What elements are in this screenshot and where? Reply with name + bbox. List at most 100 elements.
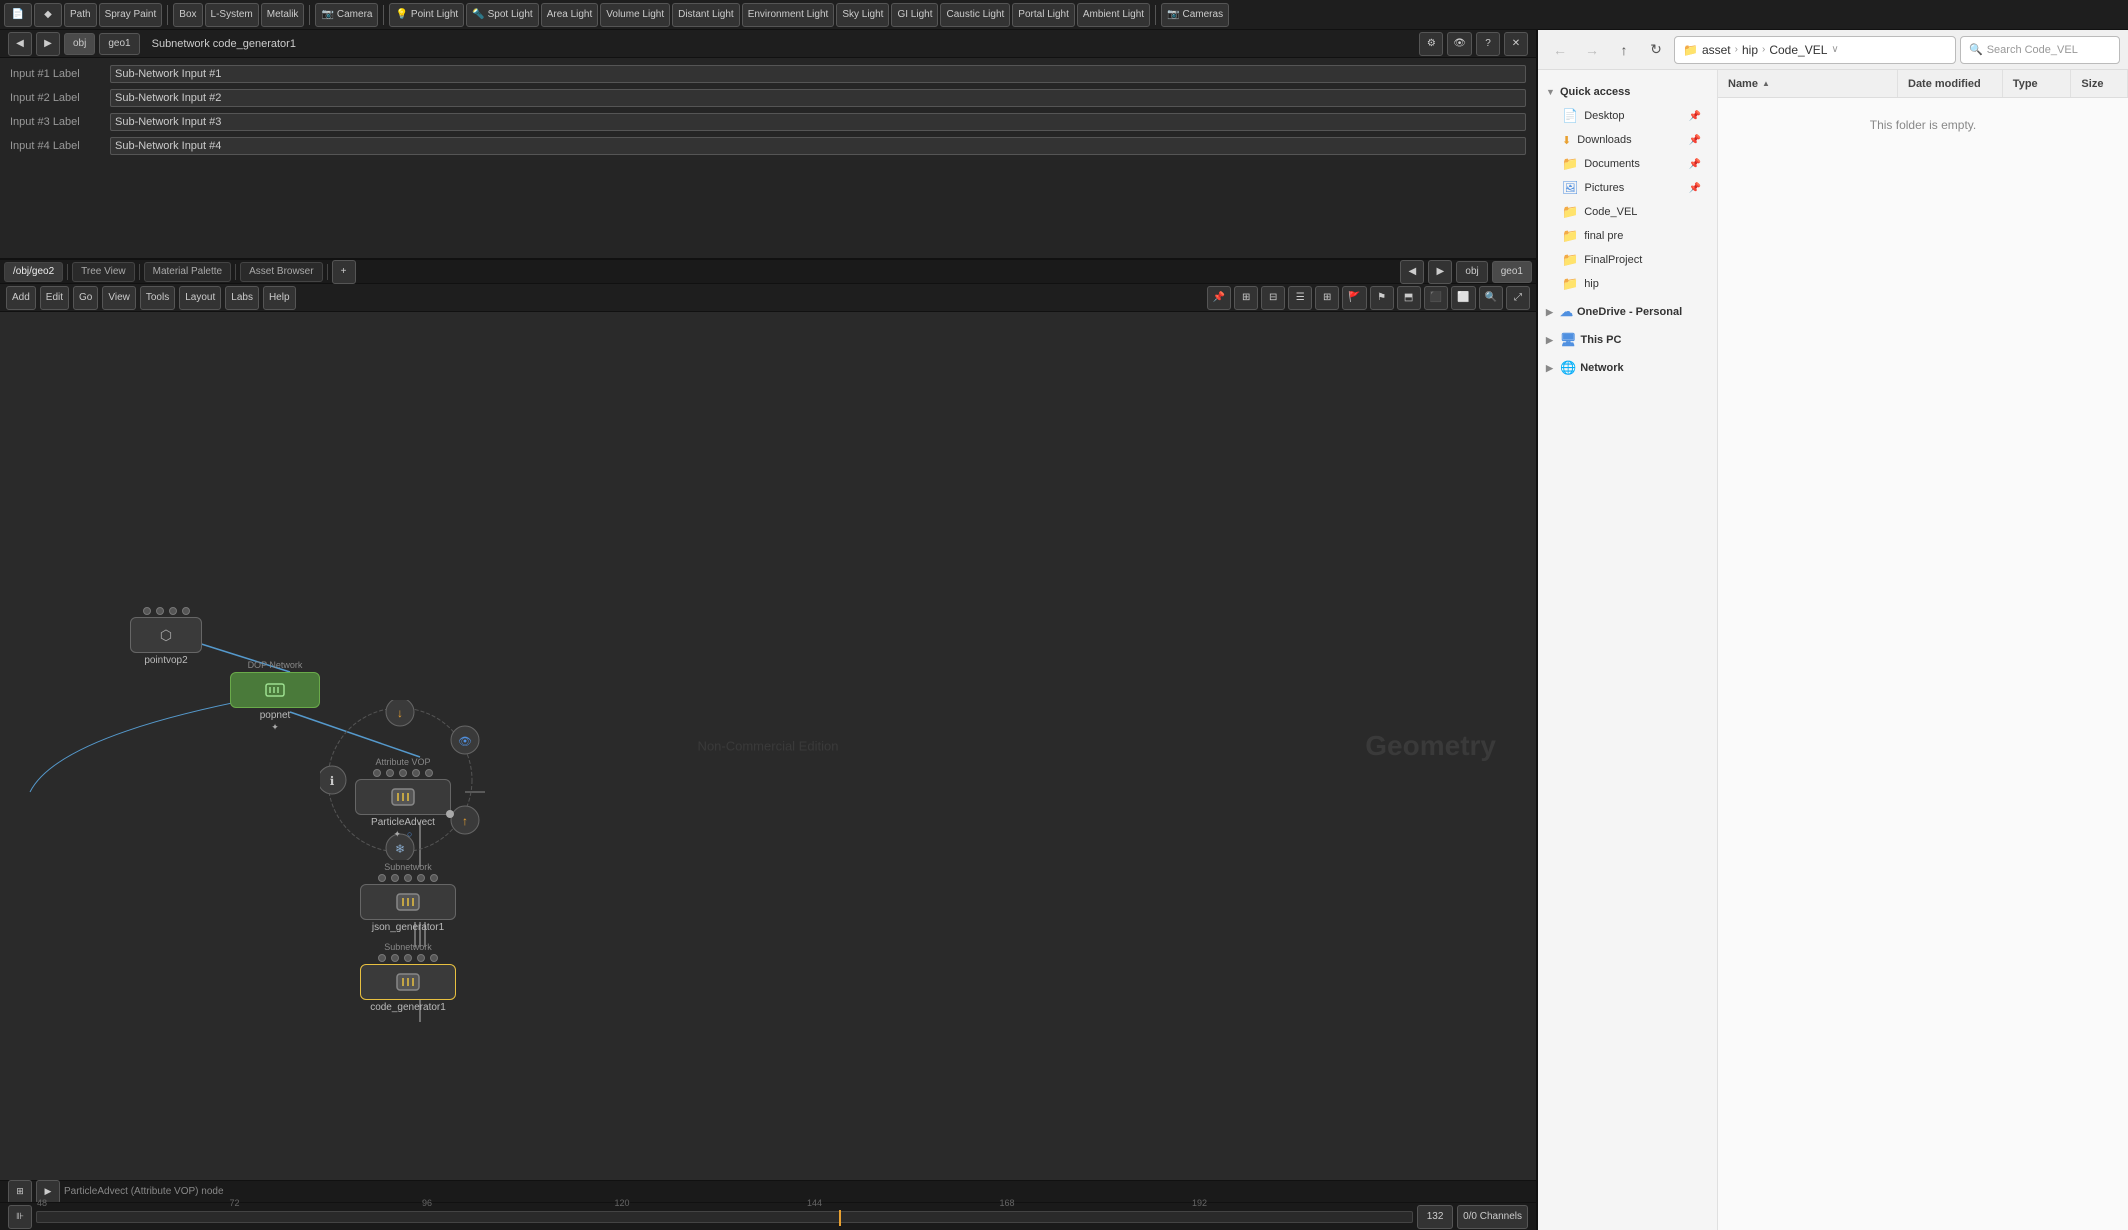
net-nav-back[interactable]: ◀ xyxy=(1400,260,1424,284)
toolbar-box-btn[interactable]: Box xyxy=(173,3,202,27)
net-pin-btn[interactable]: 📌 xyxy=(1207,286,1231,310)
net-path-geo1[interactable]: geo1 xyxy=(1492,261,1532,283)
sidebar-item-documents[interactable]: 📁 Documents 📌 xyxy=(1538,152,1717,176)
network-header[interactable]: ▶ 🌐 Network xyxy=(1538,356,1717,380)
prop-hide-btn[interactable]: 👁 xyxy=(1447,32,1472,56)
toolbar-camera-btn[interactable]: 📷 Camera xyxy=(315,3,378,27)
net-nav-forward[interactable]: ▶ xyxy=(1428,260,1452,284)
col-size-header[interactable]: Size xyxy=(2071,70,2128,97)
toolbar-portallight-btn[interactable]: Portal Light xyxy=(1012,3,1075,27)
toolbar-skylight-btn[interactable]: Sky Light xyxy=(836,3,889,27)
status-icon-btn[interactable]: ⊞ xyxy=(8,1180,32,1204)
toolbar-file-btn[interactable]: 📄 xyxy=(4,3,32,27)
tab-sep3 xyxy=(235,264,236,280)
node-popnet[interactable]: DOP Network popnet ✦ xyxy=(230,660,320,733)
net-expand-btn[interactable]: ⤢ xyxy=(1506,286,1530,310)
toolbar-geo-btn[interactable]: ◆ xyxy=(34,3,62,27)
toolbar-metalik-btn[interactable]: Metalik xyxy=(261,3,305,27)
net-tab-tree[interactable]: Tree View xyxy=(72,262,134,282)
toolbar-volumelight-btn[interactable]: Volume Light xyxy=(600,3,670,27)
toolbar-causticlight-btn[interactable]: Caustic Light xyxy=(940,3,1010,27)
net-flag4-btn[interactable]: ⬛ xyxy=(1424,286,1448,310)
node-pointvop2[interactable]: ⬡ pointvop2 xyxy=(130,607,202,666)
toolbar-envlight-btn[interactable]: Environment Light xyxy=(742,3,835,27)
prop-tab-geo[interactable]: geo1 xyxy=(99,33,139,55)
toolbar-lsystem-btn[interactable]: L-System xyxy=(205,3,259,27)
file-up-btn[interactable]: ↑ xyxy=(1610,36,1638,64)
sidebar-item-pictures[interactable]: 🖼 Pictures 📌 xyxy=(1538,176,1717,200)
sidebar-item-finalpre[interactable]: 📁 final pre xyxy=(1538,224,1717,248)
thispc-header[interactable]: ▶ 🖥 This PC xyxy=(1538,328,1717,352)
toolbar-path-btn[interactable]: Path xyxy=(64,3,97,27)
toolbar-pointlight-btn[interactable]: 💡 Point Light xyxy=(389,3,464,27)
prop-nav-back[interactable]: ◀ xyxy=(8,32,32,56)
net-help-btn[interactable]: Help xyxy=(263,286,296,310)
sidebar-item-downloads[interactable]: ⬇ Downloads 📌 xyxy=(1538,128,1717,152)
net-view-btn[interactable]: View xyxy=(102,286,136,310)
net-path-obj[interactable]: obj xyxy=(1456,261,1487,283)
timeline-current-frame[interactable]: 132 xyxy=(1417,1205,1453,1229)
breadcrumb[interactable]: 📁 asset › hip › Code_VEL ∨ xyxy=(1674,36,1956,64)
col-name-header[interactable]: Name ▲ xyxy=(1718,70,1898,97)
net-flag3-btn[interactable]: ⬒ xyxy=(1397,286,1421,310)
prop-nav-forward[interactable]: ▶ xyxy=(36,32,60,56)
toolbar-cameras2-btn[interactable]: 📷 Cameras xyxy=(1161,3,1229,27)
sidebar-item-codevel[interactable]: 📁 Code_VEL xyxy=(1538,200,1717,224)
timeline-start-btn[interactable]: ⊪ xyxy=(8,1205,32,1229)
pictures-icon: 🖼 xyxy=(1562,180,1579,196)
toolbar-gilight-btn[interactable]: GI Light xyxy=(891,3,938,27)
toolbar-spotlight-btn[interactable]: 🔦 Spot Light xyxy=(466,3,539,27)
net-list-btn[interactable]: ☰ xyxy=(1288,286,1312,310)
network-canvas[interactable]: Geometry Non-Commercial Edition xyxy=(0,312,1536,1180)
net-search-btn[interactable]: 🔍 xyxy=(1479,286,1503,310)
sep1 xyxy=(167,5,168,25)
port xyxy=(417,954,425,962)
net-tab-asset[interactable]: Asset Browser xyxy=(240,262,322,282)
node-json-generator[interactable]: Subnetwork xyxy=(360,862,456,933)
net-labs-btn[interactable]: Labs xyxy=(225,286,259,310)
quick-access-chevron: ▼ xyxy=(1546,87,1556,97)
prop-value-0[interactable]: Sub-Network Input #1 xyxy=(110,65,1526,83)
net-frame-btn[interactable]: ⊟ xyxy=(1261,286,1285,310)
node-particleadvect[interactable]: Attribute VOP xyxy=(355,757,451,840)
quick-access-header[interactable]: ▼ Quick access xyxy=(1538,80,1717,104)
file-back-btn[interactable]: ← xyxy=(1546,36,1574,64)
net-tools-btn[interactable]: Tools xyxy=(140,286,175,310)
net-layout-btn[interactable]: Layout xyxy=(179,286,221,310)
file-refresh-btn[interactable]: ↻ xyxy=(1642,36,1670,64)
timeline-channels-btn[interactable]: 0/0 Channels xyxy=(1457,1205,1528,1229)
cameras2-label: Cameras xyxy=(1183,9,1224,20)
net-flag1-btn[interactable]: 🚩 xyxy=(1342,286,1366,310)
sidebar-item-finalproject[interactable]: 📁 FinalProject xyxy=(1538,248,1717,272)
net-tile-btn[interactable]: ⊞ xyxy=(1315,286,1339,310)
net-flag5-btn[interactable]: ⬜ xyxy=(1451,286,1475,310)
prop-tab-obj[interactable]: obj xyxy=(64,33,95,55)
file-forward-btn[interactable]: → xyxy=(1578,36,1606,64)
prop-value-2[interactable]: Sub-Network Input #3 xyxy=(110,113,1526,131)
net-grid-btn[interactable]: ⊞ xyxy=(1234,286,1258,310)
net-edit-btn[interactable]: Edit xyxy=(40,286,69,310)
timeline-track[interactable]: 48 72 96 120 144 168 192 xyxy=(36,1211,1413,1223)
net-tab-material[interactable]: Material Palette xyxy=(144,262,231,282)
prop-close-btn[interactable]: ✕ xyxy=(1504,32,1528,56)
col-type-header[interactable]: Type xyxy=(2003,70,2072,97)
onedrive-header[interactable]: ▶ ☁ OneDrive - Personal xyxy=(1538,300,1717,324)
sidebar-item-desktop[interactable]: 📄 Desktop 📌 xyxy=(1538,104,1717,128)
sidebar-item-hip[interactable]: 📁 hip xyxy=(1538,272,1717,296)
net-flag2-btn[interactable]: ⚑ xyxy=(1370,286,1394,310)
toolbar-spray-btn[interactable]: Spray Paint xyxy=(99,3,163,27)
prop-question-btn[interactable]: ? xyxy=(1476,32,1500,56)
net-go-btn[interactable]: Go xyxy=(73,286,98,310)
net-add-btn[interactable]: Add xyxy=(6,286,36,310)
prop-value-1[interactable]: Sub-Network Input #2 xyxy=(110,89,1526,107)
col-date-header[interactable]: Date modified xyxy=(1898,70,2003,97)
add-tab-btn[interactable]: + xyxy=(332,260,356,284)
toolbar-distantlight-btn[interactable]: Distant Light xyxy=(672,3,740,27)
prop-settings-btn[interactable]: ⚙ xyxy=(1419,32,1443,56)
toolbar-ambientlight-btn[interactable]: Ambient Light xyxy=(1077,3,1150,27)
net-tab-geo2[interactable]: /obj/geo2 xyxy=(4,262,63,282)
node-code-generator[interactable]: Subnetwork xyxy=(360,942,456,1013)
search-bar[interactable]: 🔍 Search Code_VEL xyxy=(1960,36,2120,64)
prop-value-3[interactable]: Sub-Network Input #4 xyxy=(110,137,1526,155)
toolbar-arealight-btn[interactable]: Area Light xyxy=(541,3,599,27)
